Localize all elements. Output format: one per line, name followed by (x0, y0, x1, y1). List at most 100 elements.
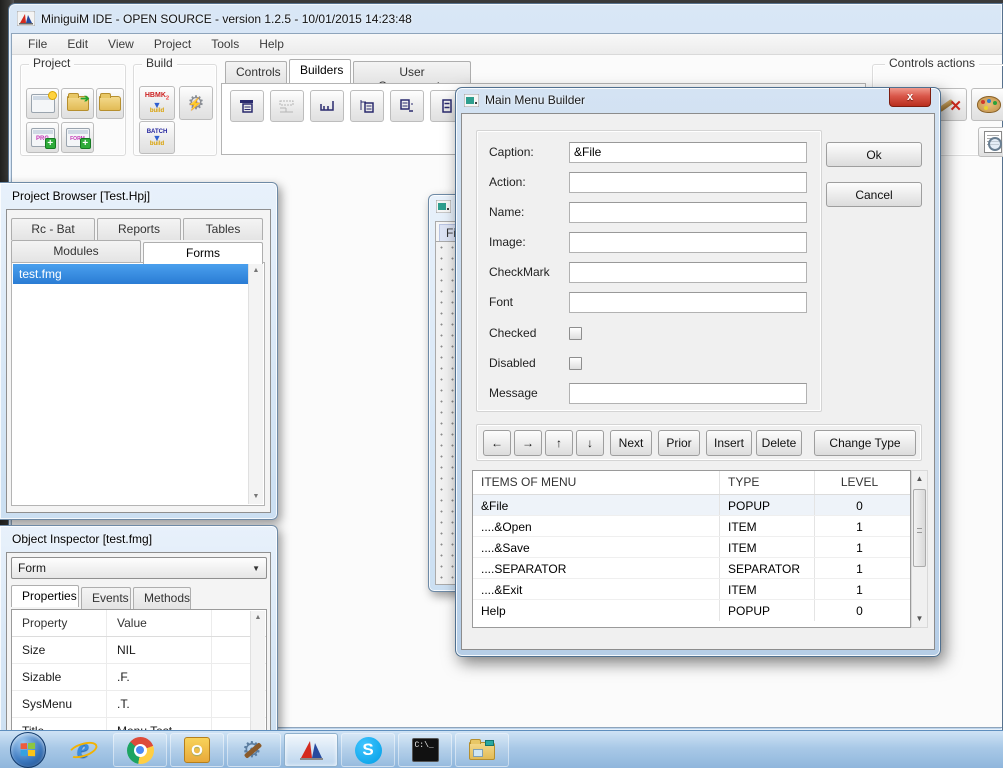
project-browser-window: Project Browser [Test.Hpj] Rc - Bat Repo… (0, 182, 278, 520)
prior-button[interactable]: Prior (658, 430, 700, 456)
delete-button[interactable]: Delete (756, 430, 802, 456)
tab-rc-bat[interactable]: Rc - Bat (11, 218, 95, 240)
tab-events[interactable]: Events (81, 587, 131, 609)
compile-button[interactable]: ⚙ ⚡ (179, 86, 213, 120)
context-menu-builder-button[interactable] (350, 90, 384, 122)
start-button[interactable] (10, 732, 46, 768)
main-menu-builder-button[interactable] (230, 90, 264, 122)
change-type-button[interactable]: Change Type (814, 430, 916, 456)
menu-help[interactable]: Help (249, 35, 294, 53)
menu-edit[interactable]: Edit (57, 35, 98, 53)
message-field[interactable] (569, 383, 807, 404)
ok-button[interactable]: Ok (826, 142, 922, 167)
table-row[interactable]: ....SEPARATORSEPARATOR1 (473, 558, 910, 579)
column-level[interactable]: LEVEL (815, 471, 896, 494)
taskbar-dev-tools[interactable]: ⚙ (227, 733, 281, 767)
table-row[interactable]: HelpPOPUP0 (473, 600, 910, 621)
object-inspector-window: Object Inspector [test.fmg] Form ▼ Prope… (0, 525, 278, 755)
close-button[interactable]: x (889, 88, 931, 107)
column-type[interactable]: TYPE (720, 471, 815, 494)
menu-project[interactable]: Project (144, 35, 201, 53)
cancel-button[interactable]: Cancel (826, 182, 922, 207)
new-prg-button[interactable]: PRG+ (26, 122, 59, 153)
taskbar-command-prompt[interactable]: C:\_ (398, 733, 452, 767)
menu-table-scrollbar[interactable]: ▲ ▼ (911, 470, 928, 628)
tab-tables[interactable]: Tables (183, 218, 263, 240)
column-value[interactable]: Value (107, 610, 212, 636)
open-project-button[interactable]: ➔ (61, 88, 94, 119)
table-row[interactable]: SizeNIL (12, 637, 266, 664)
dialog-titlebar[interactable]: Main Menu Builder (464, 93, 585, 107)
move-right-button[interactable]: → (514, 430, 542, 456)
insert-button[interactable]: Insert (706, 430, 752, 456)
font-label: Font (489, 295, 569, 309)
table-row[interactable]: ....&OpenITEM1 (473, 516, 910, 537)
tab-reports[interactable]: Reports (97, 218, 181, 240)
table-row[interactable]: ....&SaveITEM1 (473, 537, 910, 558)
new-project-button[interactable] (26, 88, 59, 119)
font-field[interactable] (569, 292, 807, 313)
name-field[interactable] (569, 202, 807, 223)
statusbar-builder-button[interactable] (310, 90, 344, 122)
nav-groupbox: ← → ↑ ↓ Next Prior Insert Delete Change … (476, 424, 922, 461)
checked-checkbox[interactable] (569, 327, 582, 340)
scroll-up-icon[interactable]: ▲ (249, 264, 263, 278)
report-preview-button[interactable] (978, 127, 1003, 157)
table-row[interactable]: SysMenu.T. (12, 691, 266, 718)
menu-tools[interactable]: Tools (201, 35, 249, 53)
list-item[interactable]: test.fmg (13, 264, 248, 284)
checked-label: Checked (489, 326, 569, 340)
checkmark-field[interactable] (569, 262, 807, 283)
taskbar-file-manager[interactable] (455, 733, 509, 767)
hbmk2-build-button[interactable]: HBMK2 ▼ build (139, 86, 175, 120)
taskbar-internet-explorer[interactable]: e (66, 733, 100, 765)
forms-list-scrollbar[interactable]: ▲ ▼ (248, 264, 263, 504)
next-button[interactable]: Next (610, 430, 652, 456)
taskbar-skype[interactable]: S (341, 733, 395, 767)
tab-modules[interactable]: Modules (11, 240, 141, 262)
action-field[interactable] (569, 172, 807, 193)
scroll-thumb[interactable] (913, 489, 926, 567)
taskbar: e O ⚙ S C:\_ (0, 730, 1003, 768)
toolbar-builder-button[interactable] (270, 90, 304, 122)
scroll-down-icon[interactable]: ▼ (912, 611, 927, 627)
table-row[interactable]: ....&ExitITEM1 (473, 579, 910, 600)
main-titlebar[interactable]: MiniguiM IDE - OPEN SOURCE - version 1.2… (9, 4, 1002, 33)
tab-controls[interactable]: Controls (225, 61, 287, 83)
tab-user-components[interactable]: User Components (353, 61, 471, 83)
tab-builders[interactable]: Builders (289, 59, 351, 83)
scroll-up-icon[interactable]: ▲ (912, 471, 927, 487)
new-form-icon: FORM+ (66, 128, 90, 147)
taskbar-outlook[interactable]: O (170, 733, 224, 767)
taskbar-chrome[interactable] (113, 733, 167, 767)
move-left-button[interactable]: ← (483, 430, 511, 456)
dev-tools-icon: ⚙ (240, 736, 268, 764)
tab-forms[interactable]: Forms (143, 242, 263, 264)
scroll-up-icon[interactable]: ▲ (251, 611, 265, 625)
column-items-of-menu[interactable]: ITEMS OF MENU (473, 471, 720, 494)
scroll-down-icon[interactable]: ▼ (249, 490, 263, 504)
tab-properties[interactable]: Properties (11, 585, 79, 607)
image-field[interactable] (569, 232, 807, 253)
notify-menu-builder-button[interactable] (390, 90, 424, 122)
object-selector-combobox[interactable]: Form ▼ (11, 557, 267, 579)
caption-field[interactable] (569, 142, 807, 163)
tab-methods[interactable]: Methods (133, 587, 191, 609)
message-label: Message (489, 386, 569, 400)
properties-scrollbar[interactable]: ▲ (250, 611, 265, 749)
move-up-button[interactable]: ↑ (545, 430, 573, 456)
batch-build-button[interactable]: BATCH ▼ build (139, 121, 175, 154)
disabled-checkbox[interactable] (569, 357, 582, 370)
menu-table-header: ITEMS OF MENU TYPE LEVEL (473, 471, 910, 495)
table-row[interactable]: &FilePOPUP0 (473, 495, 910, 516)
menu-view[interactable]: View (98, 35, 144, 53)
new-form-button[interactable]: FORM+ (61, 122, 94, 153)
table-row[interactable]: Sizable.F. (12, 664, 266, 691)
save-project-button[interactable] (96, 88, 124, 119)
column-property[interactable]: Property (12, 610, 107, 636)
move-down-button[interactable]: ↓ (576, 430, 604, 456)
taskbar-minigui-ide[interactable] (284, 733, 338, 767)
menu-file[interactable]: File (18, 35, 57, 53)
dialog-body: Caption: Action: Name: Image: CheckMark … (461, 113, 935, 650)
palette-button[interactable] (971, 88, 1003, 121)
